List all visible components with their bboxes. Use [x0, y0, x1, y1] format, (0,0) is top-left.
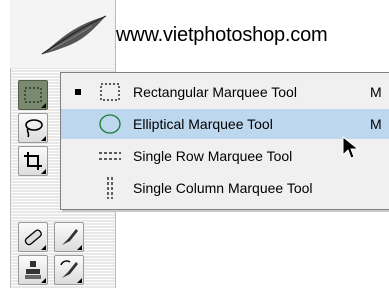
feather-logo-icon — [41, 15, 107, 55]
brush-tool-button[interactable] — [54, 222, 84, 252]
checkmark-icon — [75, 89, 81, 95]
rectangular-marquee-icon — [97, 80, 123, 104]
marquee-tool-button[interactable] — [18, 80, 48, 110]
mouse-cursor-icon — [342, 136, 360, 159]
marquee-flyout-menu: Rectangular Marquee Tool M Elliptical Ma… — [60, 72, 389, 210]
menu-item-label: Single Row Marquee Tool — [133, 148, 293, 164]
menu-item-single-row-marquee[interactable]: Single Row Marquee Tool — [61, 141, 389, 171]
toolbox-header — [10, 0, 114, 68]
history-brush-tool-button[interactable] — [54, 255, 84, 285]
menu-item-single-column-marquee[interactable]: Single Column Marquee Tool — [61, 173, 389, 203]
menu-item-shortcut: M — [370, 84, 382, 100]
menu-item-label: Single Column Marquee Tool — [133, 180, 313, 196]
healing-brush-tool-button[interactable] — [18, 222, 48, 252]
rectangular-marquee-icon — [24, 87, 42, 103]
single-column-marquee-icon — [97, 176, 123, 200]
menu-item-elliptical-marquee[interactable]: Elliptical Marquee Tool M — [61, 109, 389, 139]
lasso-tool-button[interactable] — [18, 113, 48, 143]
menu-item-rectangular-marquee[interactable]: Rectangular Marquee Tool M — [61, 77, 389, 107]
menu-item-shortcut: M — [370, 116, 382, 132]
single-row-marquee-icon — [97, 144, 123, 168]
site-url: www.vietphotoshop.com — [116, 24, 328, 46]
crop-tool-button[interactable] — [18, 146, 48, 176]
menu-item-label: Elliptical Marquee Tool — [133, 116, 273, 132]
clone-stamp-tool-button[interactable] — [18, 255, 48, 285]
menu-item-label: Rectangular Marquee Tool — [133, 84, 297, 100]
elliptical-marquee-icon — [97, 112, 123, 136]
